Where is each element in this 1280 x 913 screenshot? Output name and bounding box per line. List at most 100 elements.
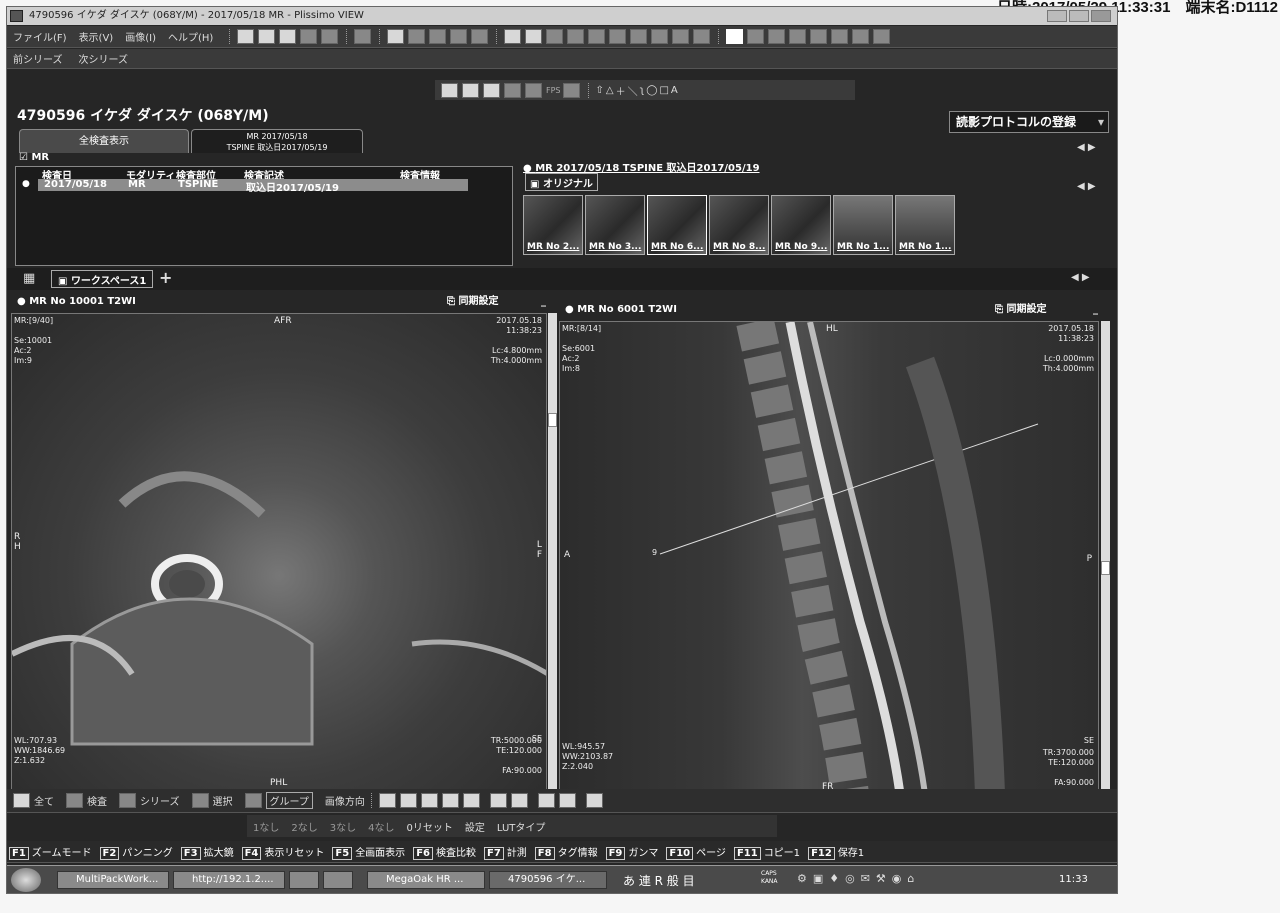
- system-tray-icons[interactable]: ⚙▣♦◎✉⚒◉⌂: [797, 872, 920, 885]
- invert-icon[interactable]: [387, 29, 405, 44]
- tool-c-icon[interactable]: [420, 793, 438, 808]
- left-scrollbar[interactable]: [548, 313, 557, 791]
- cine-next-icon[interactable]: [483, 82, 500, 98]
- next-series-button[interactable]: 次シリーズ: [79, 51, 129, 66]
- rotate-right-90-icon[interactable]: [471, 29, 489, 44]
- ime-bar[interactable]: あ 連 R 般 目: [623, 872, 695, 889]
- taskbar-item-active[interactable]: 4790596 イケ...: [489, 871, 607, 889]
- series-thumbnail[interactable]: MR No 6...: [647, 195, 707, 255]
- taskbar-item[interactable]: http://192.1.2....: [173, 871, 285, 889]
- original-series-tab[interactable]: ▣ オリジナル: [525, 173, 598, 191]
- group-exam-button[interactable]: 検査: [87, 793, 107, 808]
- menu-file[interactable]: ファイル(F): [13, 29, 67, 44]
- taskbar-item[interactable]: MegaOak HR ...: [367, 871, 485, 889]
- fkey-f6-button[interactable]: F6 検査比較: [413, 844, 476, 860]
- mirror-icon[interactable]: [429, 29, 447, 44]
- maximize-button[interactable]: [1069, 10, 1089, 22]
- sync-settings-button[interactable]: ⎘ 同期設定: [995, 301, 1046, 319]
- series-scroll-arrows-icon[interactable]: ◀ ▶: [1077, 181, 1096, 192]
- fkey-f12-button[interactable]: F12 保存1: [808, 844, 864, 860]
- cine-step-icon[interactable]: [504, 82, 521, 98]
- close-image-icon[interactable]: [237, 29, 255, 44]
- table-row[interactable]: 2017/05/18 MR TSPINE 取込日2017/05/19: [38, 179, 468, 194]
- select-icon[interactable]: [191, 793, 209, 808]
- rotate-icon[interactable]: [408, 29, 426, 44]
- start-button[interactable]: [11, 868, 41, 892]
- cine-stop-icon[interactable]: [525, 82, 542, 98]
- tool-f-icon[interactable]: [489, 793, 507, 808]
- workspace-tab[interactable]: ▣ ワークスペース1: [51, 270, 154, 288]
- taskbar-item[interactable]: [289, 871, 319, 889]
- lut-type-button[interactable]: LUTタイプ: [497, 819, 546, 834]
- pointer-icon[interactable]: ⇧: [596, 85, 604, 96]
- fkey-f1-button[interactable]: F1 ズームモード: [9, 844, 92, 860]
- rectangle-icon[interactable]: □: [659, 85, 668, 96]
- layout-pair-icon[interactable]: [588, 29, 606, 44]
- one-to-one-icon[interactable]: [279, 29, 297, 44]
- all-icon[interactable]: [13, 793, 30, 808]
- preset-2-button[interactable]: 2なし: [291, 819, 317, 834]
- grid-layout-icon[interactable]: ▦: [23, 271, 35, 286]
- grid-2x1-icon[interactable]: [768, 29, 786, 44]
- grid-4x4-icon[interactable]: [873, 29, 891, 44]
- tool-b-icon[interactable]: [399, 793, 417, 808]
- grid-1x1-icon[interactable]: [726, 29, 744, 44]
- menu-image[interactable]: 画像(I): [125, 29, 156, 44]
- preset-1-button[interactable]: 1なし: [253, 819, 279, 834]
- grid-1x2-icon[interactable]: [747, 29, 765, 44]
- tool-g-icon[interactable]: [510, 793, 528, 808]
- series-thumbnail[interactable]: MR No 9...: [771, 195, 831, 255]
- fkey-f8-button[interactable]: F8 タグ情報: [534, 844, 598, 860]
- preset-settings-button[interactable]: 設定: [465, 819, 485, 834]
- tool-j-icon[interactable]: [585, 793, 603, 808]
- tool-d-icon[interactable]: [441, 793, 459, 808]
- minimize-viewport-icon[interactable]: _: [541, 293, 546, 311]
- save-icon[interactable]: [562, 82, 580, 98]
- tool-h-icon[interactable]: [537, 793, 555, 808]
- group-all-button[interactable]: 全て: [34, 793, 54, 808]
- taskbar-item[interactable]: [323, 871, 353, 889]
- image-direction-button[interactable]: 画像方向: [325, 793, 365, 808]
- workspace-scroll-arrows-icon[interactable]: ◀ ▶: [1071, 272, 1090, 283]
- grid-2x2-icon[interactable]: [789, 29, 807, 44]
- close-button[interactable]: [1091, 10, 1111, 22]
- fkey-f10-button[interactable]: F10 ページ: [666, 844, 726, 860]
- group-group-button[interactable]: グループ: [265, 792, 313, 809]
- mr-checkbox-group[interactable]: ☑ MR: [19, 152, 49, 163]
- fkey-f9-button[interactable]: F9 ガンマ: [605, 844, 658, 860]
- right-scrollbar-thumb[interactable]: [1101, 561, 1110, 575]
- minimize-viewport-icon[interactable]: _: [1093, 301, 1098, 319]
- zoom-in-icon[interactable]: [300, 29, 318, 44]
- layout-single-person-icon[interactable]: [504, 29, 522, 44]
- tabs-scroll-arrows-icon[interactable]: ◀ ▶: [1077, 142, 1096, 153]
- arrow-icon[interactable]: △: [606, 85, 614, 96]
- layout-two-person-icon[interactable]: [525, 29, 543, 44]
- tool-e-icon[interactable]: [462, 793, 480, 808]
- left-scrollbar-thumb[interactable]: [548, 413, 557, 427]
- preset-4-button[interactable]: 4なし: [368, 819, 394, 834]
- fkey-f4-button[interactable]: F4 表示リセット: [241, 844, 324, 860]
- series-thumbnail[interactable]: MR No 1...: [895, 195, 955, 255]
- flip-icon[interactable]: [354, 29, 372, 44]
- tab-exam-mr[interactable]: MR 2017/05/18 TSPINE 取込日2017/05/19: [191, 129, 363, 153]
- fkey-f5-button[interactable]: F5 全画面表示: [332, 844, 405, 860]
- menu-help[interactable]: ヘルプ(H): [168, 29, 213, 44]
- menu-view[interactable]: 表示(V): [79, 29, 114, 44]
- prev-series-button[interactable]: 前シリーズ: [13, 51, 63, 66]
- grid-3x2-icon[interactable]: [831, 29, 849, 44]
- series-thumbnail[interactable]: MR No 1...: [833, 195, 893, 255]
- group-series-button[interactable]: シリーズ: [140, 793, 180, 808]
- tab-all-exams[interactable]: 全検査表示: [19, 129, 189, 153]
- layout-stack-icon[interactable]: [567, 29, 585, 44]
- group-select-button[interactable]: 選択: [213, 793, 233, 808]
- fkey-f2-button[interactable]: F2 パンニング: [99, 844, 173, 860]
- circle-icon[interactable]: ◯: [646, 85, 657, 96]
- series-thumbnail[interactable]: MR No 8...: [709, 195, 769, 255]
- line-icon[interactable]: ＼: [628, 83, 638, 98]
- rotate-left-90-icon[interactable]: [450, 29, 468, 44]
- group-icon[interactable]: [244, 793, 262, 808]
- preset-3-button[interactable]: 3なし: [330, 819, 356, 834]
- series-thumbnail[interactable]: MR No 2...: [523, 195, 583, 255]
- minimize-button[interactable]: [1047, 10, 1067, 22]
- series-thumbnail[interactable]: MR No 3...: [585, 195, 645, 255]
